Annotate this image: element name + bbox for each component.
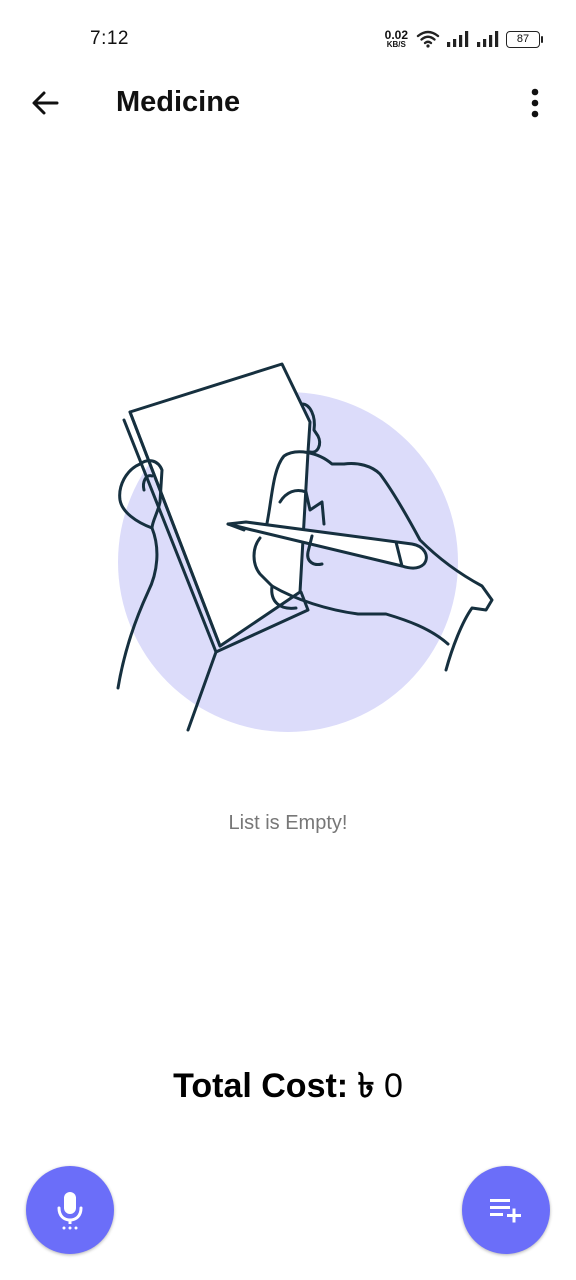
arrow-left-icon (32, 91, 59, 115)
signal-icon (447, 31, 469, 47)
mic-icon (57, 1192, 83, 1230)
voice-input-button[interactable] (26, 1166, 114, 1254)
total-cost: Total Cost: ৳ 0 (0, 1060, 576, 1117)
currency-symbol: ৳ (357, 1067, 375, 1105)
add-item-button[interactable] (462, 1166, 550, 1254)
net-speed: 0.02 KB/S (385, 29, 408, 49)
total-cost-value: 0 (383, 1067, 403, 1105)
wifi-icon (416, 30, 440, 48)
status-icons: 0.02 KB/S 87 (385, 26, 543, 52)
battery-level: 87 (516, 33, 530, 45)
status-time: 7:12 (90, 28, 129, 49)
empty-list-message: List is Empty! (228, 812, 348, 834)
more-options-button[interactable] (512, 80, 558, 126)
status-bar: 7:12 0.02 KB/S 87 (0, 0, 576, 72)
back-button[interactable] (22, 80, 68, 126)
hand-writing-notebook-illustration (116, 362, 494, 732)
app-bar: Medicine (0, 72, 576, 134)
signal-icon (477, 31, 499, 47)
playlist-add-icon (490, 1199, 521, 1223)
total-cost-label: Total Cost: (173, 1067, 349, 1105)
net-speed-unit: KB/S (386, 40, 406, 49)
page-title: Medicine (116, 86, 241, 118)
more-vert-icon (531, 88, 539, 118)
battery-icon: 87 (506, 30, 543, 48)
